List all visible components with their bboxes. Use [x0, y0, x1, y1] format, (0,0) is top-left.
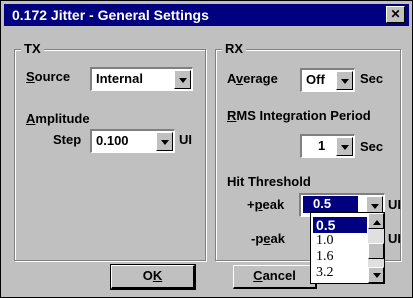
source-value: Internal [96, 71, 143, 86]
step-value: 0.100 [96, 133, 129, 148]
average-unit: Sec [360, 71, 384, 86]
source-dropdown-button[interactable] [174, 70, 191, 89]
scroll-up-button[interactable] [368, 213, 384, 229]
step-combo[interactable]: 0.100 [90, 129, 175, 153]
negative-peak-unit: UI [388, 231, 401, 246]
ok-button[interactable]: OK [110, 264, 196, 290]
window-title: 0.172 Jitter - General Settings [12, 7, 209, 23]
rms-period-unit: Sec [360, 139, 384, 154]
average-label: Average [227, 71, 278, 86]
amplitude-label: Amplitude [26, 111, 90, 126]
positive-peak-dropdown-list[interactable]: 0.5 1.0 1.6 3.2 [310, 212, 385, 284]
title-bar[interactable]: 0.172 Jitter - General Settings ✕ [4, 4, 409, 26]
chevron-down-icon [179, 78, 187, 83]
cancel-button[interactable]: Cancel [233, 265, 317, 289]
average-dropdown-button[interactable] [336, 71, 353, 90]
jitter-settings-dialog: 0.172 Jitter - General Settings ✕ TX Sou… [0, 0, 413, 298]
scroll-down-button[interactable] [368, 267, 384, 283]
positive-peak-unit: UI [388, 197, 401, 212]
positive-peak-value: 0.5 [303, 196, 358, 213]
chevron-down-icon [341, 145, 349, 150]
scroll-thumb[interactable] [368, 243, 384, 259]
rms-period-dropdown-button[interactable] [336, 137, 353, 156]
source-label: Source [26, 69, 71, 84]
dropdown-option[interactable]: 1.0 [313, 233, 367, 249]
chevron-down-icon [161, 140, 169, 145]
average-combo[interactable]: Off [300, 68, 355, 92]
dropdown-option[interactable]: 0.5 [313, 217, 367, 233]
dropdown-option[interactable]: 3.2 [313, 265, 367, 281]
average-value: Off [306, 72, 325, 87]
arrow-up-icon [373, 220, 381, 225]
arrow-down-icon [373, 273, 381, 278]
step-dropdown-button[interactable] [156, 132, 173, 151]
source-combo[interactable]: Internal [90, 67, 193, 91]
negative-peak-label: -peak [251, 231, 285, 246]
rx-group-label: RX [222, 41, 247, 56]
rms-period-value: 1 [318, 138, 326, 153]
step-unit: UI [179, 132, 192, 147]
rms-integration-label: RMS Integration Period [227, 108, 371, 123]
chevron-down-icon [371, 204, 379, 209]
dropdown-option[interactable]: 1.6 [313, 249, 367, 265]
close-icon: ✕ [390, 7, 401, 21]
positive-peak-label: +peak [247, 197, 285, 212]
hit-threshold-label: Hit Threshold [227, 174, 311, 189]
step-label: Step [53, 132, 82, 147]
close-button[interactable]: ✕ [386, 6, 405, 23]
chevron-down-icon [341, 79, 349, 84]
rms-period-combo[interactable]: 1 [300, 134, 355, 158]
tx-group-label: TX [21, 41, 44, 56]
dropdown-scrollbar[interactable] [368, 213, 384, 283]
